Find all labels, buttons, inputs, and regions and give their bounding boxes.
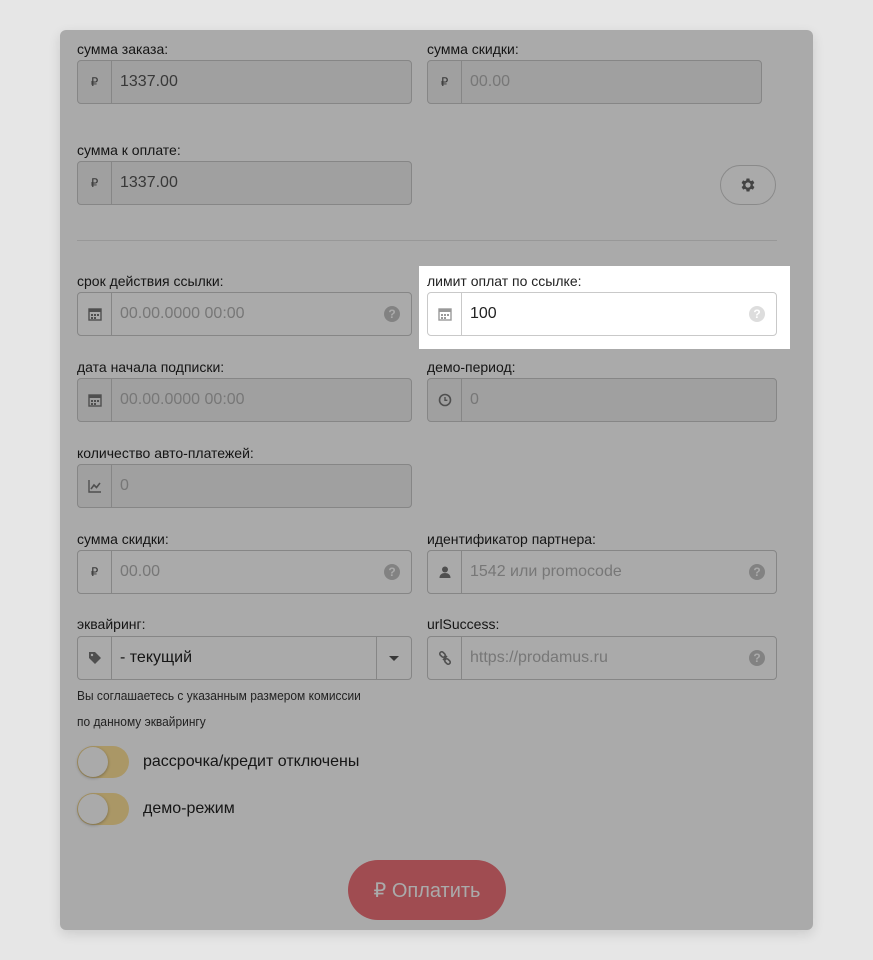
order-sum-value: 1337.00	[120, 73, 178, 90]
ruble-icon: ₽	[78, 551, 112, 593]
subscription-start-label: дата начала подписки:	[77, 359, 225, 375]
ruble-icon: ₽	[78, 162, 112, 204]
link-expiry-label: срок действия ссылки:	[77, 273, 224, 289]
ruble-icon: ₽	[78, 61, 112, 103]
url-success-label: urlSuccess:	[427, 616, 500, 632]
acquiring-select[interactable]: - текущий	[77, 636, 412, 680]
auto-payments-field[interactable]: 0	[77, 464, 412, 508]
pay-button[interactable]: ₽ Оплатить	[348, 860, 506, 920]
calendar-icon	[78, 293, 112, 335]
help-icon[interactable]: ?	[749, 564, 765, 580]
discount-sum-top-field[interactable]: ₽ 00.00	[427, 60, 762, 104]
discount-sum-field[interactable]: ₽ 00.00 ?	[77, 550, 412, 594]
payment-limit-label: лимит оплат по ссылке:	[427, 273, 582, 289]
user-icon	[428, 551, 462, 593]
demo-period-placeholder: 0	[470, 391, 479, 408]
help-icon[interactable]: ?	[749, 306, 765, 322]
help-icon[interactable]: ?	[384, 564, 400, 580]
help-icon[interactable]: ?	[384, 306, 400, 322]
pay-sum-value: 1337.00	[120, 174, 178, 191]
installment-toggle-label: рассрочка/кредит отключены	[143, 753, 360, 770]
demo-mode-toggle[interactable]	[77, 793, 129, 825]
acquiring-label: эквайринг:	[77, 616, 146, 632]
partner-id-label: идентификатор партнера:	[427, 531, 596, 547]
partner-id-placeholder: 1542 или promocode	[470, 563, 622, 580]
demo-period-label: демо-период:	[427, 359, 516, 375]
discount-sum-placeholder: 00.00	[120, 563, 161, 580]
gear-icon	[741, 178, 755, 192]
discount-sum-label: сумма скидки:	[77, 531, 169, 547]
payment-limit-spotlight: лимит оплат по ссылке: 100 ?	[419, 266, 790, 349]
installment-toggle[interactable]	[77, 746, 129, 778]
url-success-field[interactable]: https://prodamus.ru ?	[427, 636, 777, 680]
section-divider	[77, 240, 777, 241]
partner-id-field[interactable]: 1542 или promocode ?	[427, 550, 777, 594]
pay-sum-label: сумма к оплате:	[77, 142, 181, 158]
demo-period-field[interactable]: 0	[427, 378, 777, 422]
payment-limit-field[interactable]: 100 ?	[427, 292, 777, 336]
clock-icon	[428, 379, 462, 421]
link-icon	[428, 637, 462, 679]
link-expiry-field[interactable]: 00.00.0000 00:00 ?	[77, 292, 412, 336]
discount-sum-top-placeholder: 00.00	[470, 73, 511, 90]
order-sum-label: сумма заказа:	[77, 41, 169, 57]
pay-sum-field[interactable]: ₽ 1337.00	[77, 161, 412, 205]
acquiring-selected: - текущий	[120, 649, 193, 666]
link-expiry-placeholder: 00.00.0000 00:00	[120, 305, 245, 322]
payment-limit-value: 100	[470, 305, 497, 322]
ruble-icon: ₽	[428, 61, 462, 103]
tag-icon	[78, 637, 112, 679]
settings-button[interactable]	[720, 165, 776, 205]
help-icon[interactable]: ?	[749, 650, 765, 666]
toggle-knob	[78, 747, 108, 777]
subscription-start-placeholder: 00.00.0000 00:00	[120, 391, 245, 408]
auto-payments-placeholder: 0	[120, 477, 129, 494]
calendar-icon	[428, 293, 462, 335]
chevron-down-icon	[389, 655, 399, 661]
discount-sum-top-label: сумма скидки:	[427, 41, 519, 57]
auto-payments-label: количество авто-платежей:	[77, 445, 254, 461]
subscription-start-field[interactable]: 00.00.0000 00:00	[77, 378, 412, 422]
calendar-icon	[78, 379, 112, 421]
commission-note: Вы соглашаетесь с указанным размером ком…	[77, 688, 361, 729]
chart-line-icon	[78, 465, 112, 507]
dropdown-toggle[interactable]	[376, 637, 411, 679]
url-success-placeholder: https://prodamus.ru	[470, 649, 608, 666]
toggle-knob	[78, 794, 108, 824]
demo-mode-toggle-label: демо-режим	[143, 800, 235, 817]
order-sum-field[interactable]: ₽ 1337.00	[77, 60, 412, 104]
